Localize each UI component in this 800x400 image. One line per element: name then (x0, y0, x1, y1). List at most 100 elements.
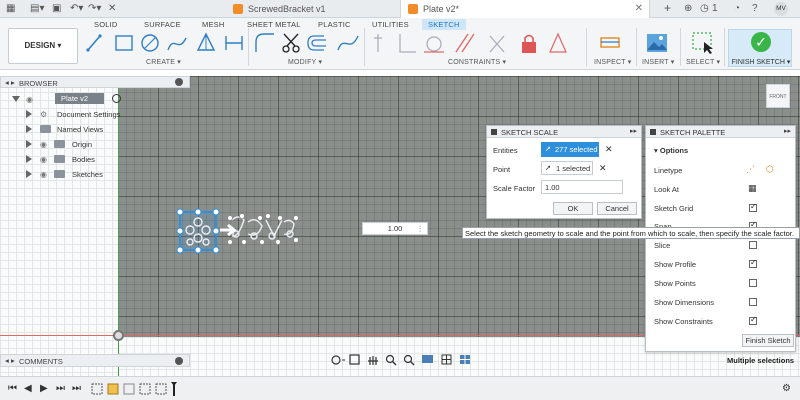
pan-hand-icon[interactable] (368, 356, 378, 365)
extrude-feature-icon[interactable] (123, 383, 135, 395)
rectangle-tool-icon[interactable] (115, 35, 133, 51)
sketch-feature-icon[interactable] (139, 383, 151, 395)
tab-solid[interactable]: SOLID (94, 20, 118, 29)
symmetry-constraint-icon[interactable] (549, 32, 567, 53)
centerline-icon[interactable]: ⬡ (766, 164, 774, 175)
step-back-icon[interactable]: ◀ (24, 383, 32, 394)
browser-item-bodies[interactable]: ◉ Bodies (0, 152, 118, 166)
options-section[interactable]: ▾ Options (654, 146, 688, 155)
close-tab-icon[interactable]: ✕ (635, 3, 643, 14)
clear-entities-icon[interactable]: ✕ (605, 144, 613, 155)
avatar[interactable]: MV (774, 2, 788, 16)
file-icon[interactable]: ▤▾ (30, 3, 44, 14)
help-icon[interactable]: ? (752, 3, 758, 14)
go-to-end-icon[interactable]: ⏭ (72, 383, 81, 394)
mirror-tool-icon[interactable] (196, 32, 216, 51)
sketch-origin[interactable] (113, 330, 124, 341)
expand-arrow-icon[interactable] (26, 140, 32, 148)
constraints-menu[interactable]: CONSTRAINTS ▾ (448, 58, 506, 66)
extensions-icon[interactable]: ⊕ (684, 3, 692, 14)
visibility-eye-icon[interactable]: ◉ (40, 170, 47, 179)
insert-menu[interactable]: INSERT ▾ (642, 58, 674, 66)
scale-factor-manipulator-input[interactable]: 1.00 ⋮ (362, 222, 428, 235)
show-constraints-checkbox[interactable] (749, 315, 757, 325)
expand-arrow-icon[interactable] (12, 96, 20, 102)
expand-arrow-icon[interactable] (26, 170, 32, 178)
sketch-curve-icon[interactable] (337, 35, 359, 51)
sketch-feature-icon[interactable] (91, 383, 103, 395)
look-at-nav-icon[interactable] (349, 354, 360, 365)
show-points-checkbox[interactable] (749, 279, 757, 287)
browser-root-item[interactable]: ◉ Plate v2 (0, 92, 130, 106)
scale-factor-input[interactable]: 1.00 (541, 180, 623, 194)
browser-item-sketches[interactable]: ◉ Sketches (0, 167, 118, 181)
construction-line-icon[interactable]: ⋰ (746, 164, 755, 175)
show-profile-checkbox[interactable] (749, 258, 757, 268)
entities-selection[interactable]: ➚ 277 selected (541, 142, 599, 157)
viewports-icon[interactable] (460, 355, 470, 364)
palette-finish-sketch-button[interactable]: Finish Sketch (742, 334, 794, 347)
grid-menu-icon[interactable]: ▦ (6, 3, 15, 14)
close-window-icon[interactable]: ✕ (108, 3, 116, 14)
create-menu[interactable]: CREATE ▾ (146, 58, 181, 66)
inspect-menu[interactable]: INSPECT ▾ (594, 58, 631, 66)
tab-mesh[interactable]: MESH (202, 20, 224, 29)
fix-lock-icon[interactable] (522, 34, 536, 54)
activate-radio-icon[interactable] (112, 94, 121, 103)
comments-panel[interactable]: ◂ ▸ COMMENTS (0, 354, 190, 367)
tab-sheet-metal[interactable]: SHEET METAL (247, 20, 301, 29)
tab-screwed-bracket[interactable]: ScrewedBracket v1 (226, 0, 396, 18)
collapse-icon[interactable]: ◂ (5, 78, 9, 87)
visibility-eye-icon[interactable]: ◉ (40, 140, 47, 149)
browser-header[interactable]: ◂ ▸ BROWSER (0, 76, 190, 88)
cancel-button[interactable]: Cancel (597, 202, 637, 215)
point-selection[interactable]: ➚ 1 selected (541, 161, 593, 175)
tab-plastic[interactable]: PLASTIC (318, 20, 351, 29)
zoom-icon[interactable] (385, 354, 397, 366)
job-status-icon[interactable]: ◷ (700, 3, 709, 14)
browser-item-origin[interactable]: ◉ Origin (0, 137, 118, 151)
expand-arrow-icon[interactable] (26, 155, 32, 163)
pin-icon[interactable]: ▸ (11, 78, 15, 87)
tangent-constraint-icon[interactable] (424, 36, 444, 53)
circle-tool-icon[interactable] (141, 34, 159, 52)
show-dimensions-checkbox[interactable] (749, 298, 757, 306)
tab-plate[interactable]: Plate v2* ✕ (400, 0, 650, 18)
fit-icon[interactable] (403, 354, 415, 366)
coincident-constraint-icon[interactable] (374, 34, 382, 52)
redo-icon[interactable]: ↷▾ (88, 3, 101, 14)
visibility-eye-icon[interactable]: ◉ (26, 95, 33, 104)
finish-sketch-button[interactable]: ✓ FINISH SKETCH ▾ (728, 29, 792, 67)
trim-tool-icon[interactable] (282, 33, 300, 53)
fillet-tool-icon[interactable] (255, 33, 274, 52)
visibility-eye-icon[interactable]: ◉ (40, 155, 47, 164)
timeline-settings-icon[interactable]: ⚙ (782, 383, 791, 394)
dimension-tool-icon[interactable] (225, 36, 243, 50)
comments-add-icon[interactable] (175, 357, 183, 365)
expand-arrow-icon[interactable] (26, 125, 32, 133)
play-icon[interactable]: ▶ (40, 383, 48, 394)
ok-button[interactable]: OK (553, 202, 593, 215)
notifications-icon[interactable]: ◔ (734, 3, 740, 14)
view-cube[interactable]: FRONT (766, 84, 790, 108)
clear-point-icon[interactable]: ✕ (599, 163, 607, 174)
expand-dialog-icon[interactable]: ▸▸ (630, 127, 637, 135)
offset-tool-icon[interactable] (307, 35, 326, 51)
parallel-constraint-icon[interactable] (455, 33, 475, 53)
collapse-icon[interactable]: ◂ (5, 356, 9, 365)
sketch-grid-checkbox[interactable] (749, 202, 757, 212)
slice-checkbox[interactable] (749, 241, 757, 249)
tab-sketch[interactable]: SKETCH (422, 19, 466, 30)
sketch-feature-icon[interactable] (107, 383, 119, 395)
look-at-icon[interactable]: ▦ (748, 183, 757, 194)
tab-utilities[interactable]: UTILITIES (372, 20, 409, 29)
dialog-header[interactable]: SKETCH SCALE ▸▸ (487, 126, 641, 138)
undo-icon[interactable]: ↶▾ (70, 3, 83, 14)
expand-arrow-icon[interactable] (26, 110, 32, 118)
orbit-icon[interactable] (331, 355, 345, 365)
selected-sketch-geometry[interactable] (172, 206, 304, 256)
modify-menu[interactable]: MODIFY ▾ (288, 58, 322, 66)
expand-palette-icon[interactable]: ▸▸ (784, 127, 791, 135)
step-forward-icon[interactable]: ⏭ (56, 383, 65, 394)
browser-item-named-views[interactable]: Named Views (0, 122, 118, 136)
